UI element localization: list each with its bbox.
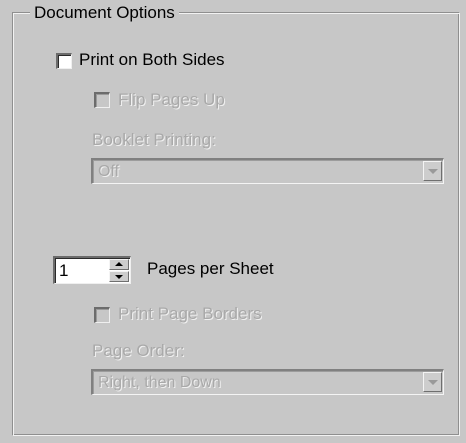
print-page-borders-label[interactable]: Print Page Borders xyxy=(118,304,262,324)
spin-up-icon xyxy=(115,262,123,266)
flip-pages-up-label[interactable]: Flip Pages Up xyxy=(118,90,225,110)
booklet-printing-dropdown-button[interactable] xyxy=(423,161,442,181)
spin-up-button[interactable] xyxy=(109,259,129,270)
chevron-down-icon xyxy=(428,169,438,174)
print-both-sides-checkbox[interactable] xyxy=(56,53,72,69)
spin-buttons xyxy=(109,259,129,282)
spin-down-button[interactable] xyxy=(109,271,129,282)
print-both-sides-label[interactable]: Print on Both Sides xyxy=(79,50,225,70)
page-order-dropdown-button[interactable] xyxy=(423,372,442,392)
flip-pages-up-checkbox[interactable] xyxy=(94,92,110,108)
group-title: Document Options xyxy=(30,3,179,23)
page-order-label: Page Order: xyxy=(92,341,185,360)
booklet-printing-label: Booklet Printing: xyxy=(92,130,216,149)
booklet-printing-value: Off xyxy=(98,163,120,180)
page-order-select[interactable]: Right, then Down xyxy=(91,369,444,395)
chevron-down-icon xyxy=(428,380,438,385)
spin-down-icon xyxy=(115,275,123,279)
pages-per-sheet-label: Pages per Sheet xyxy=(147,259,274,278)
pages-per-sheet-value[interactable]: 1 xyxy=(59,261,68,281)
pages-per-sheet-spinner[interactable]: 1 xyxy=(53,256,131,284)
print-page-borders-checkbox[interactable] xyxy=(94,307,110,323)
booklet-printing-select[interactable]: Off xyxy=(91,158,444,184)
page-order-value: Right, then Down xyxy=(98,374,221,391)
